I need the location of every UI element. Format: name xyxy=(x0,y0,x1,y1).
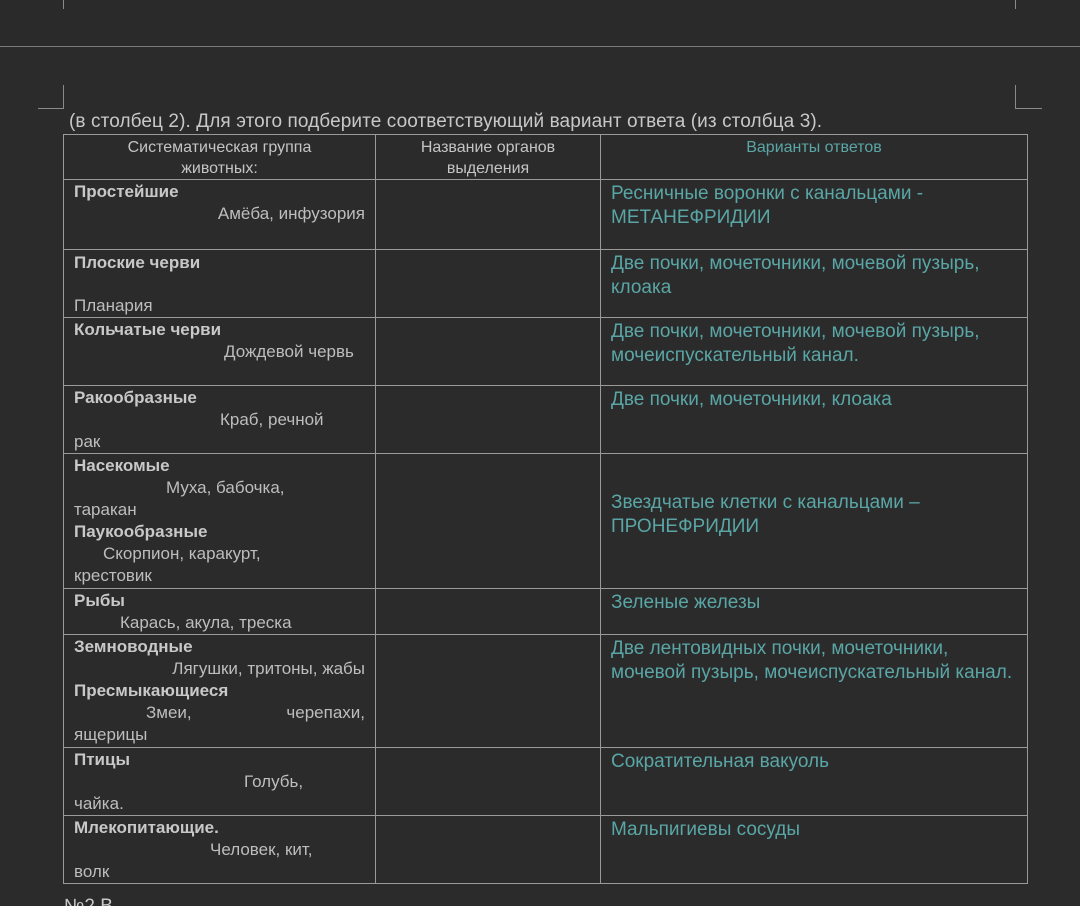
table-row: Насекомые Муха, бабочка, таракан Паукооб… xyxy=(63,453,1028,589)
group-name: Птицы xyxy=(74,750,130,769)
answer-cell: Ресничные воронки с канальцами - МЕТАНЕФ… xyxy=(600,179,1028,250)
table-row: Ракообразные Краб, речной рак Две почки,… xyxy=(63,385,1028,454)
next-task-text: №2 В... xyxy=(64,896,129,906)
previous-page-strip xyxy=(0,0,1080,46)
group-name: Паукообразные xyxy=(74,522,208,541)
group-name: Земноводные xyxy=(74,637,193,656)
species-name: Муха, бабочка, таракан xyxy=(74,478,285,519)
organs-input-cell[interactable] xyxy=(375,815,601,884)
species-name: Человек, кит, волк xyxy=(74,840,313,881)
organs-input-cell[interactable] xyxy=(375,453,601,589)
group-cell: Земноводные Лягушки, тритоны, жабы Пресм… xyxy=(63,634,376,748)
organs-input-cell[interactable] xyxy=(375,634,601,748)
table-row: Птицы Голубь, чайка. Сократительная ваку… xyxy=(63,747,1028,816)
answer-cell: Две почки, мочеточники, клоака xyxy=(600,385,1028,454)
header-organs: Название органов выделения xyxy=(375,134,601,180)
species-name: Скорпион, каракурт, крестовик xyxy=(74,544,261,585)
organs-input-cell[interactable] xyxy=(375,317,601,386)
margin-mark xyxy=(1015,0,1016,9)
group-cell: Плоские черви Планария xyxy=(63,249,376,318)
answer-text: Зеленые железы xyxy=(611,592,761,613)
organs-input-cell[interactable] xyxy=(375,747,601,816)
answer-text: Две почки, мочеточники, клоака xyxy=(611,389,892,410)
species-name: Лягушки, тритоны, жабы xyxy=(172,659,365,678)
answer-text: Звездчатые клетки с канальцами – ПРОНЕФР… xyxy=(611,492,920,537)
header-answers: Варианты ответов xyxy=(600,134,1028,180)
intro-text: (в столбец 2). Для этого подберите соотв… xyxy=(69,111,823,132)
group-cell: Простейшие Амёба, инфузория xyxy=(63,179,376,250)
group-name: Рыбы xyxy=(74,591,125,610)
margin-mark xyxy=(1015,85,1016,108)
group-name: Млекопитающие. xyxy=(74,818,219,837)
answer-text: Мальпигиевы сосуды xyxy=(611,819,801,840)
group-cell: Ракообразные Краб, речной рак xyxy=(63,385,376,454)
species-name: Змеи, черепахи, ящерицы xyxy=(74,703,365,744)
answer-cell: Зеленые железы xyxy=(600,588,1028,635)
organs-input-cell[interactable] xyxy=(375,249,601,318)
group-name: Простейшие xyxy=(74,182,179,201)
answer-cell: Две почки, мочеточники, мочевой пузырь, … xyxy=(600,249,1028,318)
organs-input-cell[interactable] xyxy=(375,588,601,635)
table-row: Млекопитающие. Человек, кит, волк Мальпи… xyxy=(63,815,1028,884)
answer-cell: Звездчатые клетки с канальцами – ПРОНЕФР… xyxy=(600,453,1028,589)
group-name: Кольчатые черви xyxy=(74,320,222,339)
organs-input-cell[interactable] xyxy=(375,179,601,250)
species-name: Планария xyxy=(74,296,153,315)
table-row: Простейшие Амёба, инфузория Ресничные во… xyxy=(63,179,1028,250)
table-header-row: Систематическая группа животных: Названи… xyxy=(63,134,1028,180)
species-name: Амёба, инфузория xyxy=(217,204,365,223)
answer-cell: Две лентовидных почки, мочеточники, моче… xyxy=(600,634,1028,748)
header-group: Систематическая группа животных: xyxy=(63,134,376,180)
excretory-organs-table: Систематическая группа животных: Названи… xyxy=(63,134,1028,884)
group-name: Плоские черви xyxy=(74,253,201,272)
answer-cell: Сократительная вакуоль xyxy=(600,747,1028,816)
species-name: Карась, акула, треска xyxy=(120,613,292,632)
answer-cell: Две почки, мочеточники, мочевой пузырь, … xyxy=(600,317,1028,386)
table-row: Рыбы Карась, акула, треска Зеленые желез… xyxy=(63,588,1028,635)
group-name: Ракообразные xyxy=(74,388,197,407)
species-name: Краб, речной рак xyxy=(74,410,324,451)
organs-input-cell[interactable] xyxy=(375,385,601,454)
group-name: Насекомые xyxy=(74,456,170,475)
group-cell: Птицы Голубь, чайка. xyxy=(63,747,376,816)
answer-text: Две лентовидных почки, мочеточники, моче… xyxy=(611,638,1013,683)
group-cell: Млекопитающие. Человек, кит, волк xyxy=(63,815,376,884)
margin-mark xyxy=(63,85,64,108)
group-cell: Кольчатые черви Дождевой червь xyxy=(63,317,376,386)
answer-cell: Мальпигиевы сосуды xyxy=(600,815,1028,884)
document-page: (в столбец 2). Для этого подберите соотв… xyxy=(0,0,1080,906)
answer-text: Сократительная вакуоль xyxy=(611,751,830,772)
answer-text: Ресничные воронки с канальцами - МЕТАНЕФ… xyxy=(611,183,924,228)
group-name: Пресмыкающиеся xyxy=(74,681,229,700)
species-name: Дождевой червь xyxy=(224,342,354,361)
margin-mark xyxy=(38,108,64,109)
group-cell: Рыбы Карась, акула, треска xyxy=(63,588,376,635)
group-cell: Насекомые Муха, бабочка, таракан Паукооб… xyxy=(63,453,376,589)
species-name: Голубь, чайка. xyxy=(74,772,304,813)
answer-text: Две почки, мочеточники, мочевой пузырь, … xyxy=(611,253,980,298)
table-row: Земноводные Лягушки, тритоны, жабы Пресм… xyxy=(63,634,1028,748)
answer-text: Две почки, мочеточники, мочевой пузырь, … xyxy=(611,321,980,366)
page-break-line xyxy=(0,46,1080,47)
table-row: Кольчатые черви Дождевой червь Две почки… xyxy=(63,317,1028,386)
table-row: Плоские черви Планария Две почки, мочето… xyxy=(63,249,1028,318)
margin-mark xyxy=(63,0,64,9)
margin-mark xyxy=(1015,108,1042,109)
